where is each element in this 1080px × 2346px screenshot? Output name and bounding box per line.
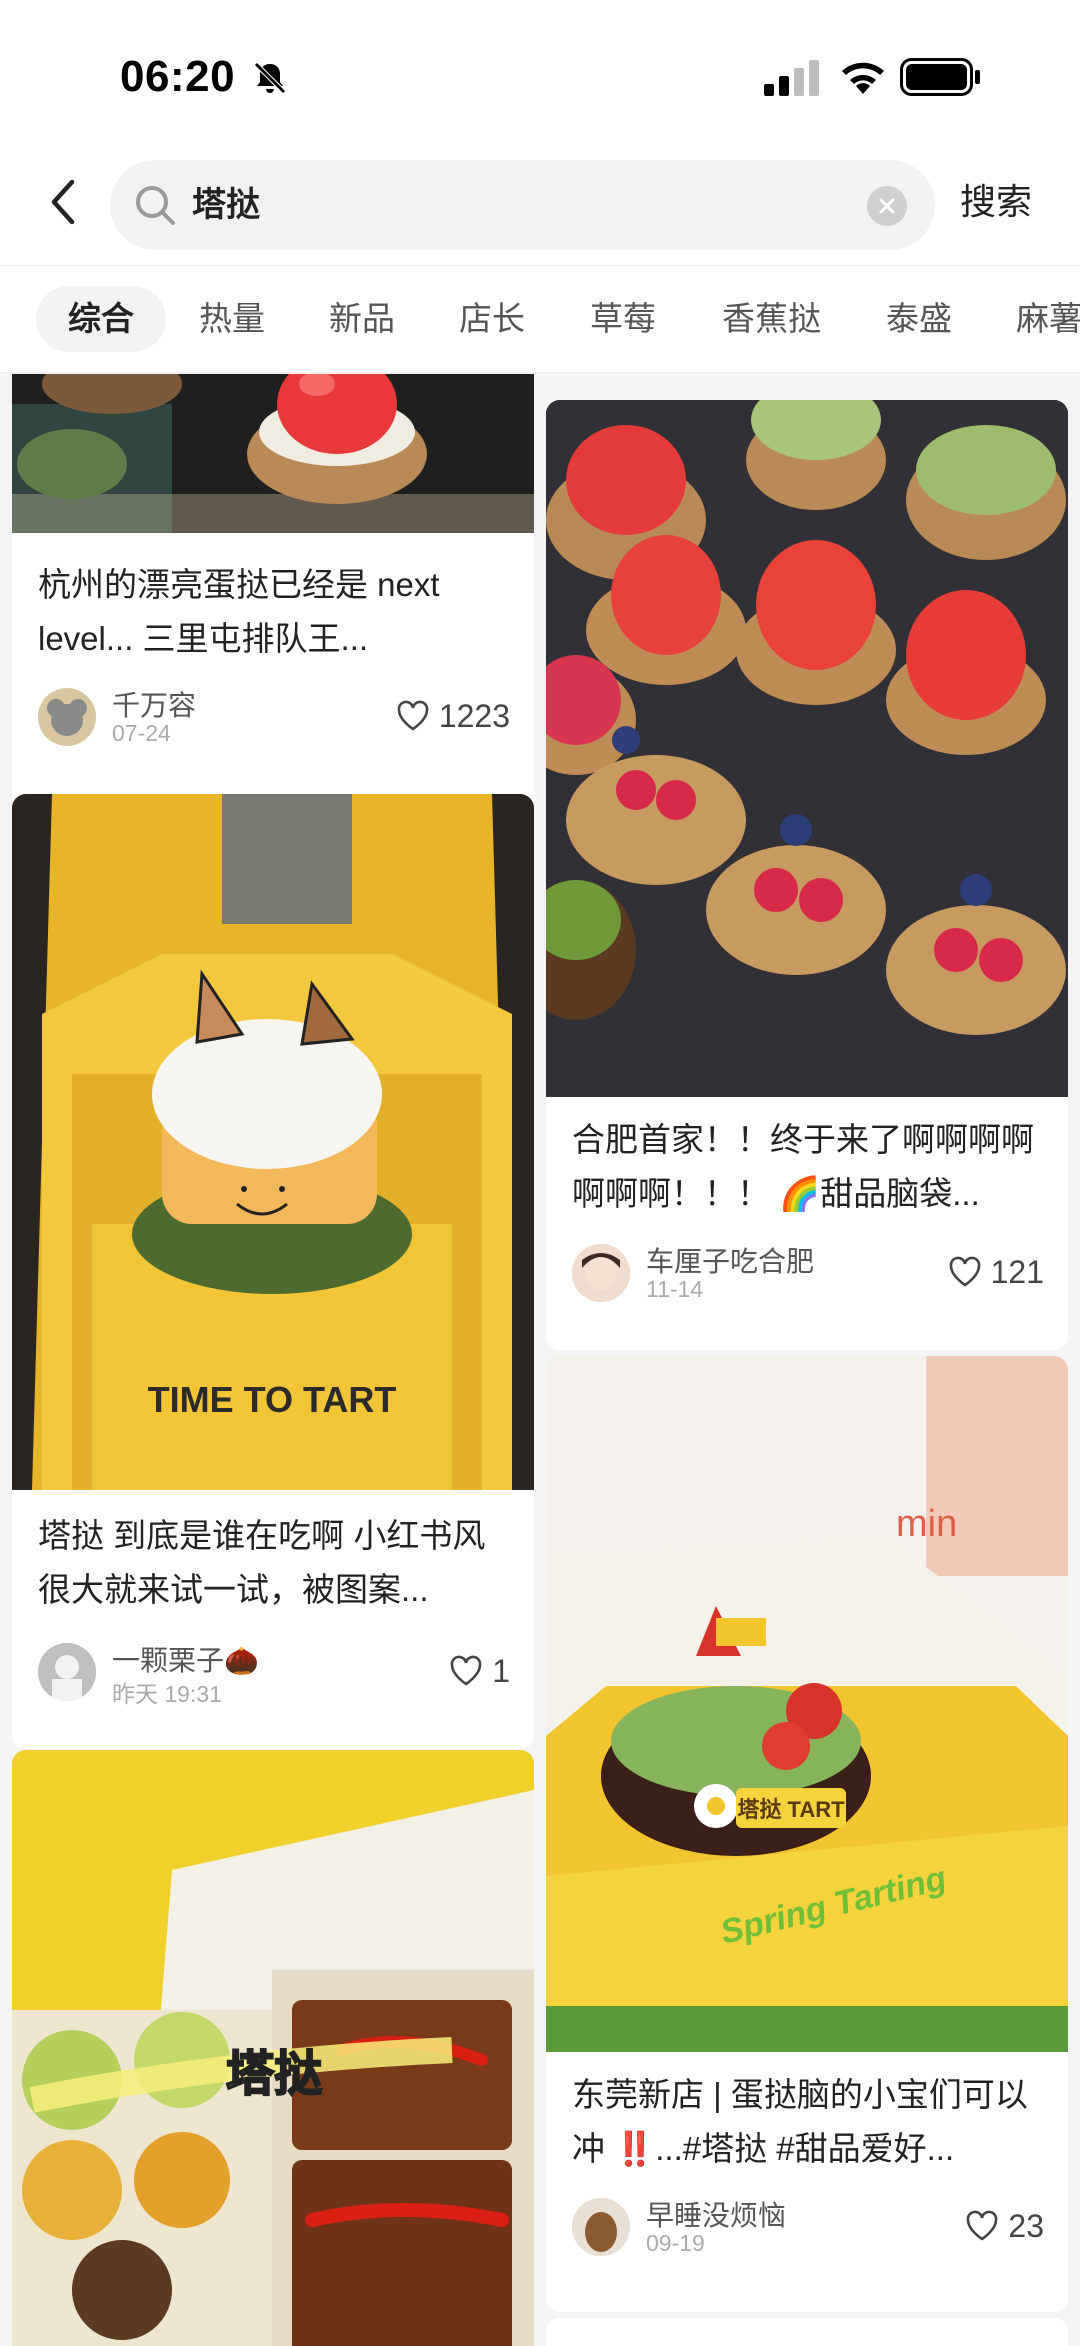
wifi-icon — [842, 62, 884, 94]
author-name: 早睡没烦恼 — [646, 2200, 787, 2231]
overlay-text: 塔挞 — [226, 2048, 322, 2101]
tab-strawberry[interactable]: 草莓 — [590, 286, 656, 352]
peach-raspberry-tarts-photo — [546, 400, 1068, 1097]
heart-icon — [949, 1256, 980, 1287]
like-button[interactable]: 23 — [964, 2204, 1044, 2248]
box-logo-text: TIME TO TART — [148, 1379, 397, 1420]
author-name: 一颗栗子🌰 — [112, 1645, 259, 1676]
back-button[interactable] — [38, 172, 88, 232]
search-button[interactable]: 搜索 — [960, 172, 1032, 232]
post-date: 09-19 — [646, 2230, 705, 2256]
note-card[interactable]: 塔挞 — [12, 1750, 534, 2346]
avatar — [572, 2198, 630, 2256]
tab-mochi[interactable]: 麻薯 — [1016, 286, 1080, 352]
cellular-signal-icon — [764, 60, 819, 96]
note-author[interactable]: 车厘子吃合肥 11-14 121 — [572, 1240, 1044, 1310]
egg-tarts-box-photo: 塔挞 — [12, 1750, 534, 2346]
cat-cake-box-photo: TIME TO TART — [12, 794, 534, 1490]
tart-tray-photo — [12, 374, 534, 533]
like-button[interactable]: 1 — [448, 1649, 510, 1693]
search-results-feed: 杭州的漂亮蛋挞已经是 next level... 三里屯排队王... 千万容 0… — [0, 374, 1080, 2346]
tab-taisheng[interactable]: 泰盛 — [886, 286, 952, 352]
filter-tabs: 综合 热量 新品 店长 草莓 香蕉挞 泰盛 麻薯 — [0, 265, 1080, 373]
tab-calories[interactable]: 热量 — [199, 286, 265, 352]
svg-text:min: min — [896, 1503, 957, 1545]
heart-icon — [397, 700, 429, 731]
search-input[interactable]: 塔挞 — [110, 160, 935, 250]
chevron-left-icon — [51, 179, 75, 225]
avatar — [38, 1643, 96, 1701]
cake-label-text: 塔挞 TART — [737, 1797, 845, 1822]
search-icon — [136, 186, 175, 225]
status-bar: 06:20 — [0, 0, 1080, 150]
note-title[interactable]: 杭州的漂亮蛋挞已经是 next level... 三里屯排队王... — [38, 558, 510, 666]
clear-search-button[interactable] — [867, 186, 907, 226]
search-query[interactable]: 塔挞 — [192, 160, 260, 250]
note-card[interactable]: 合肥首家！！终于来了啊啊啊啊啊啊啊！！！ 🌈甜品脑袋... 车厘子吃合肥 11-… — [546, 400, 1068, 1350]
author-name: 车厘子吃合肥 — [646, 1246, 815, 1277]
post-date: 11-14 — [646, 1276, 704, 1302]
heart-icon — [450, 1655, 482, 1686]
note-author[interactable]: 一颗栗子🌰 昨天 19:31 1 — [38, 1639, 510, 1709]
avatar — [38, 688, 96, 746]
note-title[interactable]: 塔挞 到底是谁在吃啊 小红书风很大就来试一试，被图案... — [38, 1509, 510, 1617]
note-card[interactable]: min 塔挞 TART Spring Tarting 东莞新店 | 蛋挞脑的小宝… — [546, 1356, 1068, 2312]
note-title[interactable]: 东莞新店 | 蛋挞脑的小宝们可以冲 ‼️...#塔挞 #甜品爱好... — [572, 2068, 1044, 2176]
battery-icon — [900, 58, 980, 96]
note-card[interactable] — [546, 2318, 1068, 2346]
search-header: 塔挞 搜索 — [0, 150, 1080, 265]
tab-manager[interactable]: 店长 — [459, 286, 525, 352]
tab-comprehensive[interactable]: 综合 — [36, 286, 166, 352]
matcha-cake-box-photo: min 塔挞 TART Spring Tarting — [546, 1356, 1068, 2052]
heart-icon — [967, 2210, 998, 2241]
tab-new-products[interactable]: 新品 — [329, 286, 395, 352]
author-name: 千万容 — [112, 690, 197, 721]
like-button[interactable]: 121 — [947, 1250, 1044, 1294]
post-date: 07-24 — [112, 720, 171, 746]
like-button[interactable]: 1223 — [395, 694, 510, 738]
like-count: 1223 — [438, 697, 510, 734]
like-count: 1 — [492, 1652, 510, 1689]
tab-banana-tart[interactable]: 香蕉挞 — [722, 286, 821, 352]
like-count: 121 — [990, 1253, 1044, 1290]
note-author[interactable]: 早睡没烦恼 09-19 23 — [572, 2194, 1044, 2264]
close-icon — [879, 198, 895, 214]
status-time: 06:20 — [120, 52, 236, 101]
like-count: 23 — [1008, 2207, 1044, 2244]
avatar — [572, 1244, 630, 1302]
bell-off-icon — [254, 62, 286, 94]
note-card[interactable]: TIME TO TART 塔挞 到底是谁在吃啊 小红书风很大就来试一试，被图案.… — [12, 794, 534, 1749]
note-title[interactable]: 合肥首家！！终于来了啊啊啊啊啊啊啊！！！ 🌈甜品脑袋... — [572, 1113, 1044, 1221]
note-author[interactable]: 千万容 07-24 1223 — [38, 684, 510, 754]
post-date: 昨天 19:31 — [112, 1681, 222, 1707]
